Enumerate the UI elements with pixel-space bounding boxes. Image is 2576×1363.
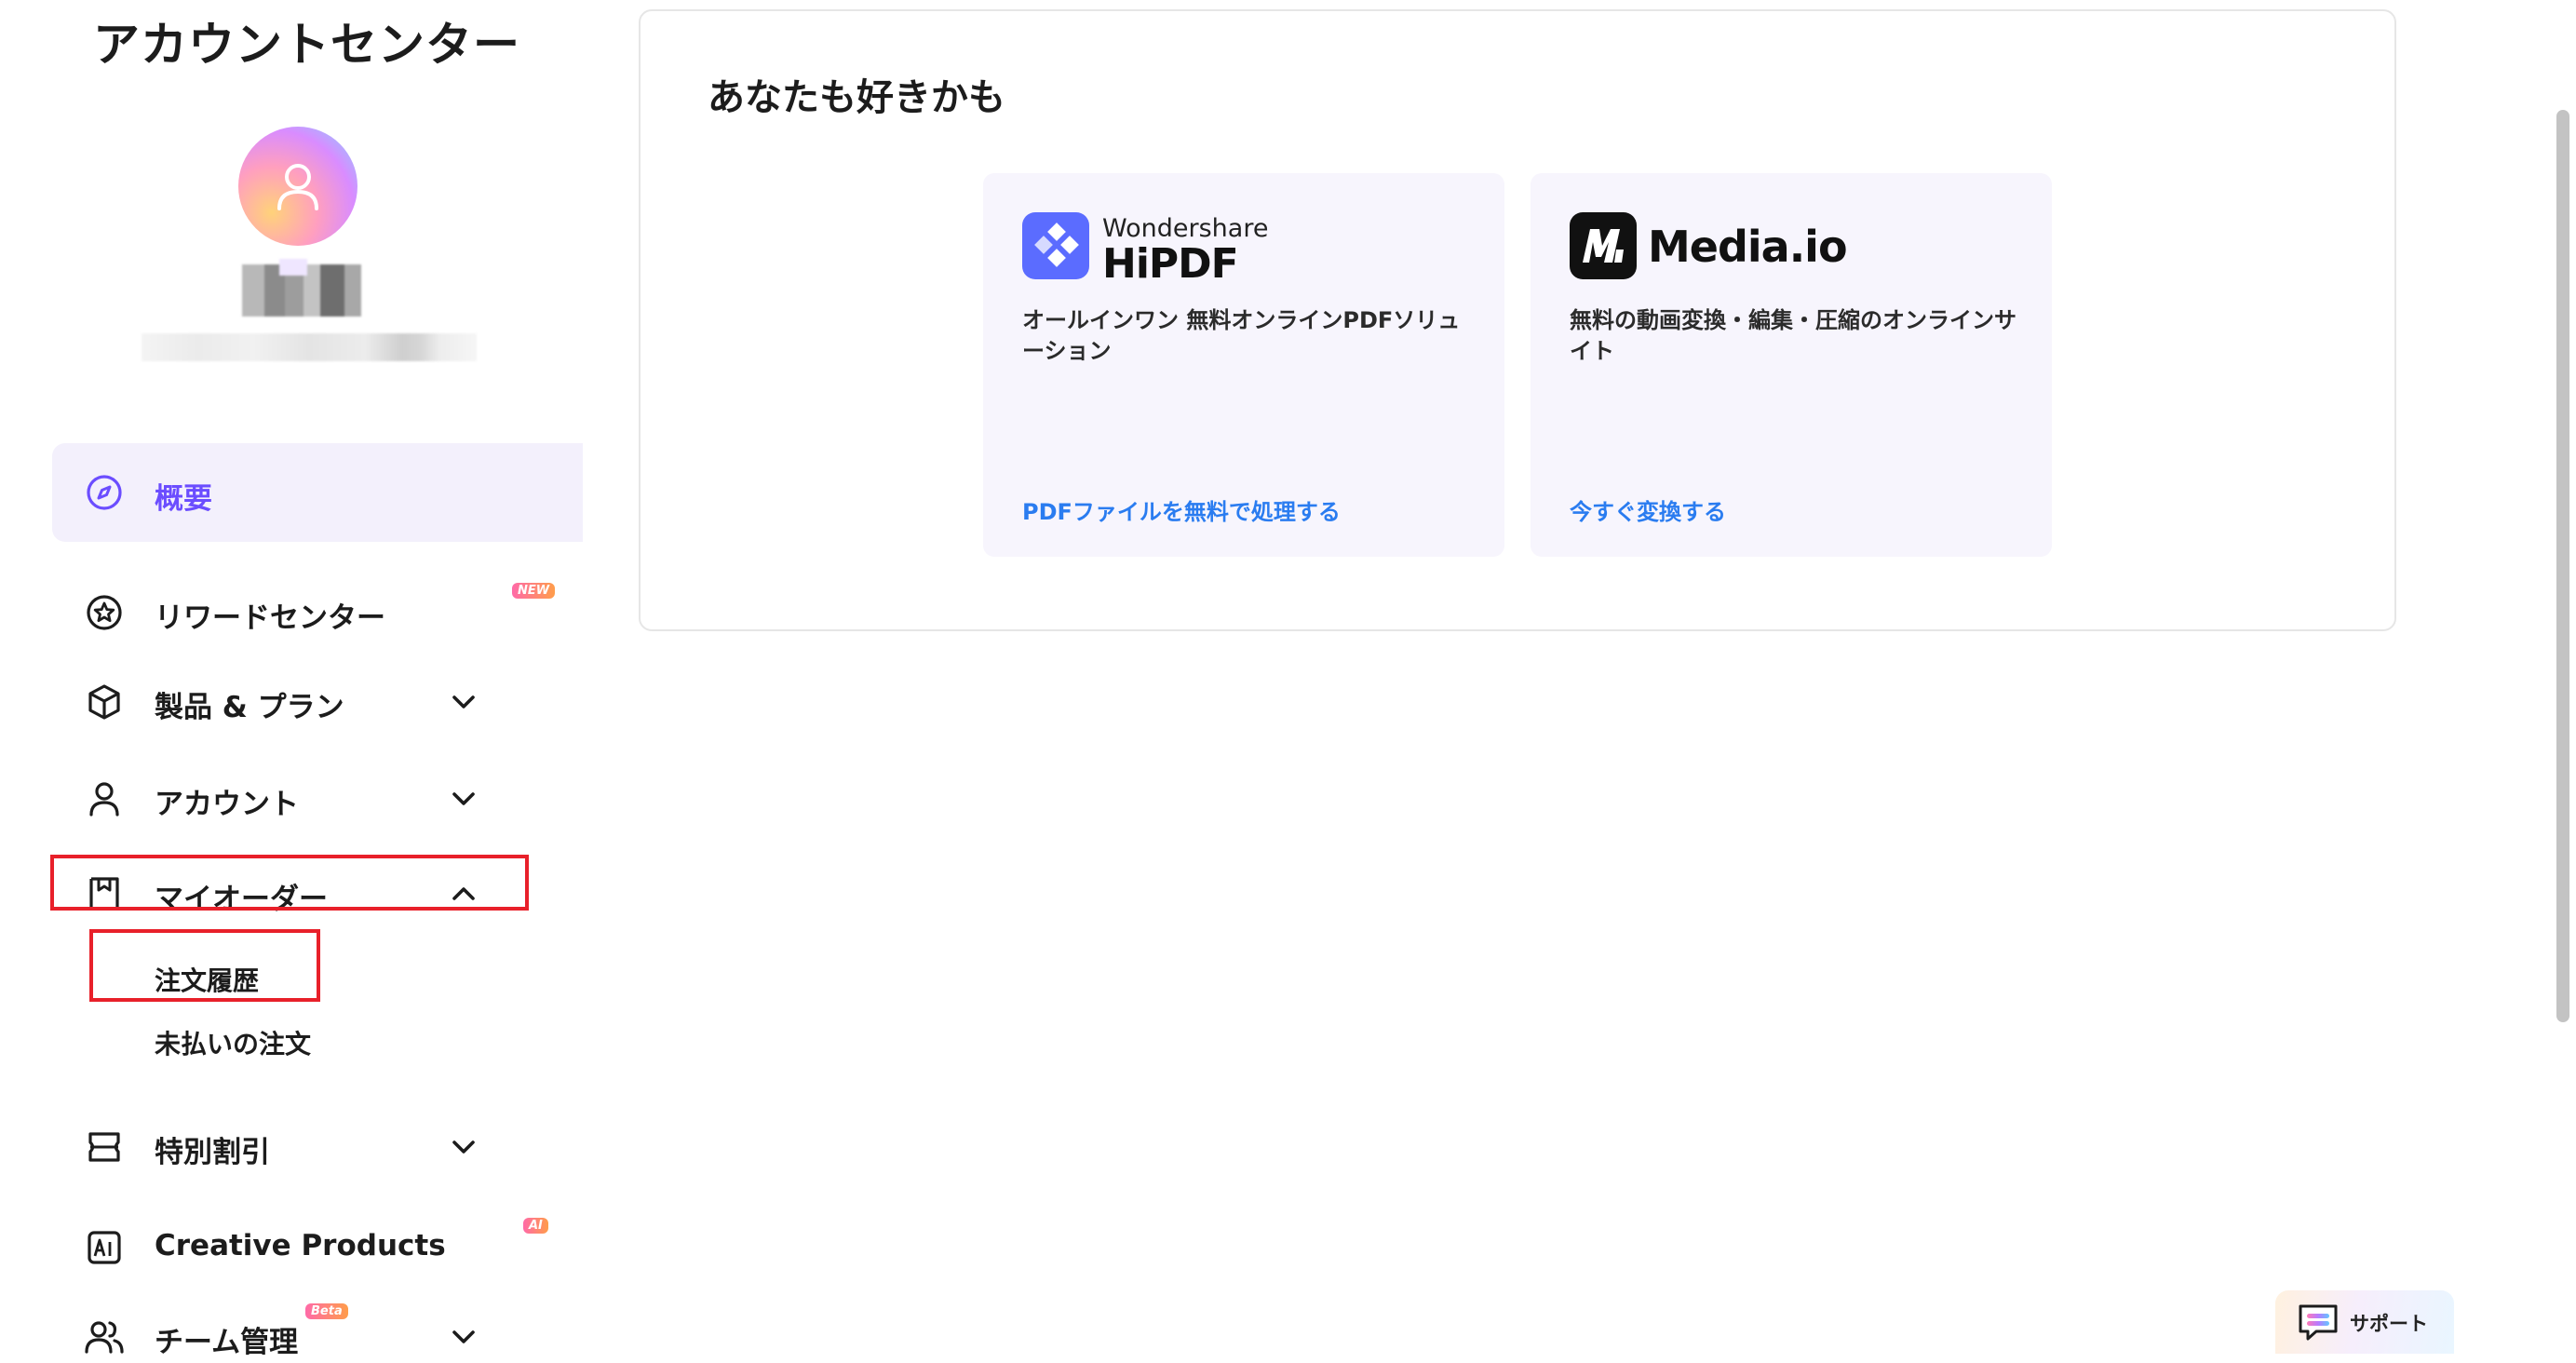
product-link-mediaio[interactable]: 今すぐ変換する [1570,493,1726,526]
sidebar-subitem-unpaid-orders[interactable]: 未払いの注文 [155,1024,311,1061]
ticket-icon [84,1127,125,1167]
sidebar-item-creative-products[interactable]: Creative Products AI [52,1218,583,1275]
support-button[interactable]: サポート [2275,1290,2454,1354]
sidebar-item-label: チーム管理 [155,1326,299,1359]
redacted-username [205,259,372,317]
hipdf-logo [1022,212,1089,279]
sidebar-item-rewards[interactable]: リワードセンター NEW [52,583,583,641]
compass-icon [84,472,125,513]
brand-name: HiPDF [1102,240,1239,288]
chat-support-icon [2299,1304,2338,1341]
chevron-down-icon[interactable] [445,683,482,721]
beta-badge: Beta [305,1303,348,1319]
sidebar-subitem-order-history[interactable]: 注文履歴 [155,961,259,998]
ai-square-icon [84,1227,125,1268]
chevron-down-icon[interactable] [445,780,482,817]
sidebar-item-label: Creative Products [155,1229,446,1262]
sidebar-item-account[interactable]: アカウント [52,771,583,827]
product-card-mediaio[interactable]: Media.io 無料の動画変換・編集・圧縮のオンラインサイト 今すぐ変換する [1531,173,2052,557]
section-title: あなたも好きかも [708,76,1005,119]
people-icon [84,1316,125,1357]
brand-name-small: Wondershare [1102,214,1269,243]
sidebar-item-special-discounts[interactable]: 特別割引 [52,1119,583,1175]
redacted-email [142,333,477,361]
product-card-hipdf[interactable]: Wondershare HiPDF オールインワン 無料オンラインPDFソリュー… [983,173,1504,557]
ai-badge: AI [523,1218,548,1234]
support-label: サポート [2350,1313,2428,1335]
brand-name: Media.io [1648,222,1848,272]
product-description: 無料の動画変換・編集・圧縮のオンラインサイト [1570,307,2016,364]
scrollbar-thumb[interactable] [2556,110,2569,1022]
sidebar-item-label: 概要 [155,482,212,516]
sidebar-item-team-management[interactable]: チーム管理 Beta [52,1303,583,1363]
sidebar-item-label: 製品 & プラン [155,691,344,724]
page-title: アカウントセンター [93,18,520,72]
product-link-hipdf[interactable]: PDFファイルを無料で処理する [1022,493,1341,526]
chevron-down-icon[interactable] [445,1318,482,1356]
recommendations-card: あなたも好きかも Wondershare HiPDF オールインワン 無料オンラ… [639,9,2396,631]
sidebar-item-label: リワードセンター [155,601,385,635]
cube-icon [84,682,125,722]
mediaio-icon [1583,229,1624,263]
hipdf-icon [1034,223,1079,267]
chevron-down-icon[interactable] [445,1128,482,1166]
sidebar-item-label: 特別割引 [155,1136,270,1169]
sidebar: アカウントセンター 概要 リワードセンター NEW 製品 & プラン アカウント… [0,0,596,1359]
sidebar-item-overview[interactable]: 概要 [52,443,583,542]
avatar[interactable] [238,127,357,246]
star-badge-icon [84,592,125,633]
sidebar-item-products-plans[interactable]: 製品 & プラン [52,674,583,730]
sidebar-item-label: アカウント [155,788,299,821]
highlight-box-my-orders [50,855,529,911]
user-icon [277,164,318,210]
new-badge: NEW [512,583,556,599]
person-icon [84,778,125,819]
product-description: オールインワン 無料オンラインPDFソリューション [1022,307,1461,364]
mediaio-logo [1570,212,1637,279]
